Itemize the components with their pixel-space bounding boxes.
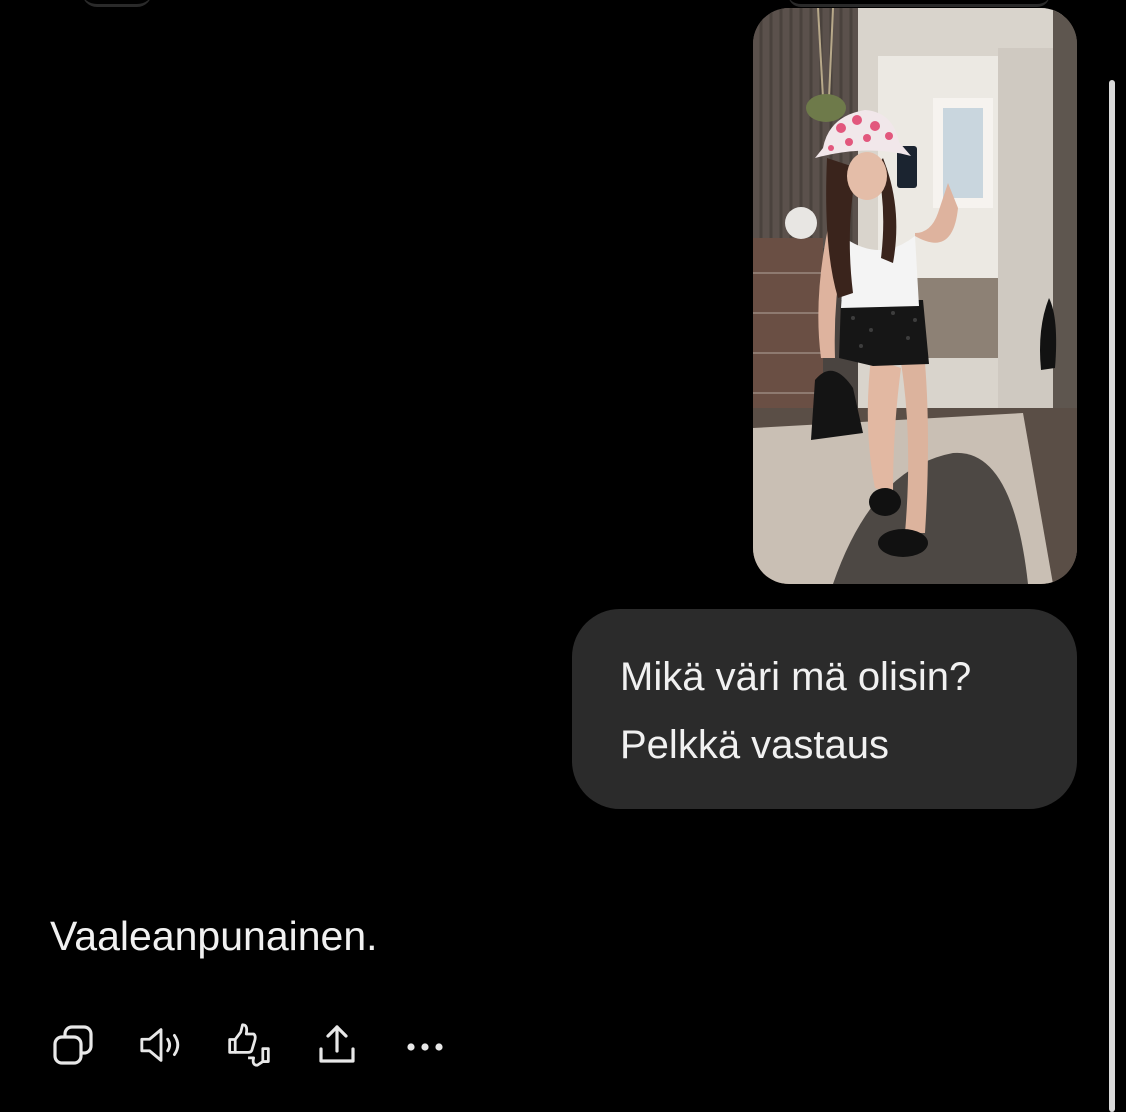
more-button[interactable] — [402, 1020, 448, 1070]
read-aloud-icon — [140, 1028, 180, 1062]
message-actions — [50, 1020, 490, 1070]
user-message-line: Pelkkä vastaus — [620, 723, 890, 767]
assistant-message: Vaaleanpunainen. — [50, 913, 378, 959]
more-icon — [407, 1043, 443, 1051]
share-icon — [319, 1025, 355, 1063]
previous-bubble-edge — [788, 0, 1050, 7]
copy-button[interactable] — [50, 1020, 96, 1070]
share-button[interactable] — [314, 1020, 360, 1070]
user-message-line: Mikä väri mä olisin? — [620, 655, 972, 699]
read-aloud-button[interactable] — [138, 1020, 184, 1070]
copy-icon — [53, 1025, 93, 1065]
scrollbar[interactable] — [1109, 80, 1115, 1112]
user-message-bubble: Mikä väri mä olisin? Pelkkä vastaus — [572, 609, 1077, 809]
feedback-button[interactable] — [226, 1020, 272, 1070]
feedback-thumbs-icon — [228, 1023, 270, 1067]
attached-photo[interactable] — [753, 8, 1077, 584]
avatar-edge — [82, 0, 152, 7]
